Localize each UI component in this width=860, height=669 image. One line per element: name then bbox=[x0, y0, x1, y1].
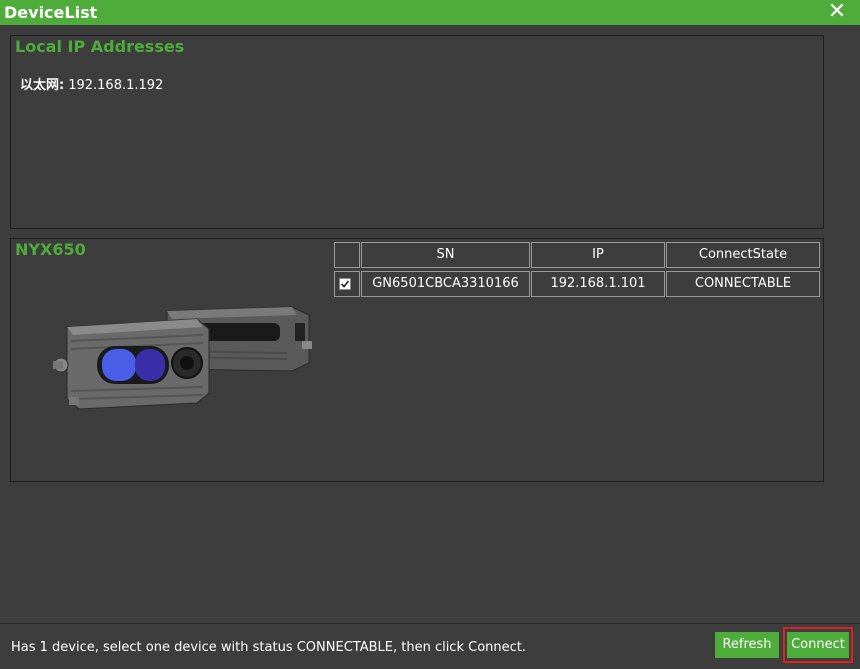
table-cell-ip[interactable]: 192.168.1.101 bbox=[531, 271, 665, 297]
close-icon[interactable]: ✕ bbox=[826, 1, 848, 23]
checkbox-checked-icon[interactable] bbox=[339, 278, 351, 290]
window-title: DeviceList bbox=[4, 3, 98, 22]
camera-front bbox=[53, 318, 210, 410]
connect-button[interactable]: Connect bbox=[787, 632, 849, 658]
ip-entry: 以太网: 192.168.1.192 bbox=[20, 74, 163, 93]
table-header-check bbox=[334, 242, 360, 268]
local-ip-title: Local IP Addresses bbox=[15, 37, 189, 56]
title-bar: DeviceList ✕ bbox=[0, 0, 860, 25]
table-cell-sn[interactable]: GN6501CBCA3310166 bbox=[361, 271, 530, 297]
local-ip-panel: Local IP Addresses 以太网: 192.168.1.192 bbox=[10, 35, 824, 229]
status-message: Has 1 device, select one device with sta… bbox=[11, 640, 527, 655]
table-cell-connect-state[interactable]: CONNECTABLE bbox=[666, 271, 820, 297]
table-header-connect-state: ConnectState bbox=[666, 242, 820, 268]
ip-entry-label: 以太网: bbox=[20, 78, 65, 93]
depth-camera-image bbox=[53, 306, 312, 410]
row-checkbox[interactable] bbox=[334, 271, 360, 297]
refresh-button[interactable]: Refresh bbox=[715, 632, 779, 658]
table-header-sn: SN bbox=[361, 242, 530, 268]
ip-entry-value: 192.168.1.192 bbox=[68, 78, 164, 93]
device-model-title: NYX650 bbox=[15, 240, 90, 259]
table-header-ip: IP bbox=[531, 242, 665, 268]
